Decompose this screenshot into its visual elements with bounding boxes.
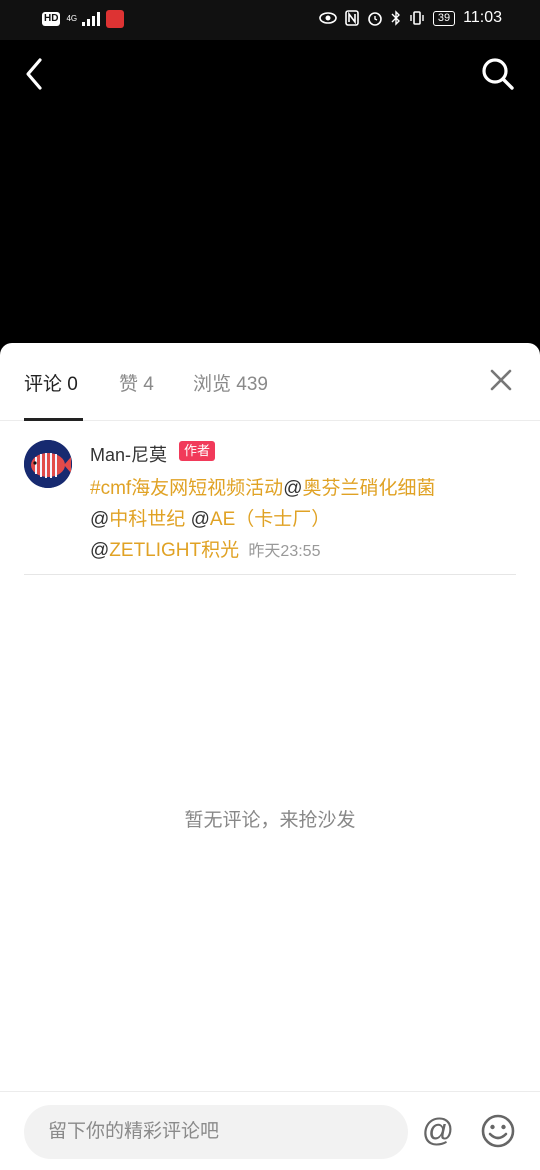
- eye-icon: [319, 12, 337, 24]
- signal-icon: [82, 12, 101, 26]
- author-name[interactable]: Man-尼莫: [90, 441, 167, 467]
- post-text: #cmf海友网短视频活动@奥芬兰硝化细菌 @中科世纪 @AE（卡士厂） @ZET…: [90, 473, 450, 567]
- mention-link[interactable]: AE（卡士厂）: [210, 509, 330, 530]
- author-badge: 作者: [179, 441, 216, 461]
- vibrate-icon: [410, 11, 424, 25]
- post: Man-尼莫 作者 #cmf海友网短视频活动@奥芬兰硝化细菌 @中科世纪 @AE…: [0, 421, 540, 575]
- emoji-icon[interactable]: [480, 1113, 516, 1149]
- at-symbol: @: [90, 509, 110, 530]
- comment-sheet: 评论 0 赞 4 浏览 439 Man-尼莫 作者 #cmf海友网短视频活动@奥…: [0, 343, 540, 1170]
- mention-link[interactable]: 奥芬兰硝化细菌: [302, 478, 435, 499]
- hashtag-link[interactable]: #cmf海友网短视频活动: [90, 478, 283, 499]
- empty-comments-message: 暂无评论，来抢沙发: [184, 810, 356, 831]
- clock: 11:03: [463, 9, 502, 26]
- network-type: 4G: [66, 14, 78, 23]
- tab-views[interactable]: 浏览 439: [193, 369, 268, 396]
- avatar[interactable]: [24, 440, 72, 488]
- alarm-icon: [368, 12, 382, 26]
- back-icon[interactable]: [18, 54, 58, 94]
- at-symbol: @: [190, 509, 210, 530]
- at-symbol: @: [283, 478, 303, 499]
- mention-link[interactable]: 中科世纪: [109, 509, 185, 530]
- bluetooth-icon: [391, 10, 400, 26]
- divider: [24, 574, 516, 575]
- status-bar: HD 4G 39 11:03: [0, 0, 540, 40]
- comment-input[interactable]: [24, 1105, 408, 1159]
- mention-link[interactable]: ZETLIGHT积光: [109, 540, 239, 561]
- status-right: 39 11:03: [319, 9, 502, 27]
- tab-likes[interactable]: 赞 4: [119, 369, 154, 396]
- battery-indicator: 39: [432, 10, 456, 26]
- nfc-icon: [345, 10, 359, 26]
- status-left: HD 4G: [42, 10, 125, 28]
- at-symbol: @: [90, 540, 110, 561]
- mention-button[interactable]: @: [420, 1113, 456, 1149]
- tab-bar: 评论 0 赞 4 浏览 439: [0, 343, 540, 421]
- tab-comments[interactable]: 评论 0: [24, 369, 78, 396]
- video-area[interactable]: [0, 40, 540, 350]
- close-icon[interactable]: [486, 365, 516, 395]
- comment-bar: @: [0, 1091, 540, 1170]
- fish-avatar-icon: [24, 440, 72, 488]
- hd-indicator: HD: [42, 12, 61, 26]
- post-timestamp: 昨天23:55: [248, 543, 321, 560]
- app-notification-icon: [106, 10, 125, 28]
- search-icon[interactable]: [478, 54, 518, 94]
